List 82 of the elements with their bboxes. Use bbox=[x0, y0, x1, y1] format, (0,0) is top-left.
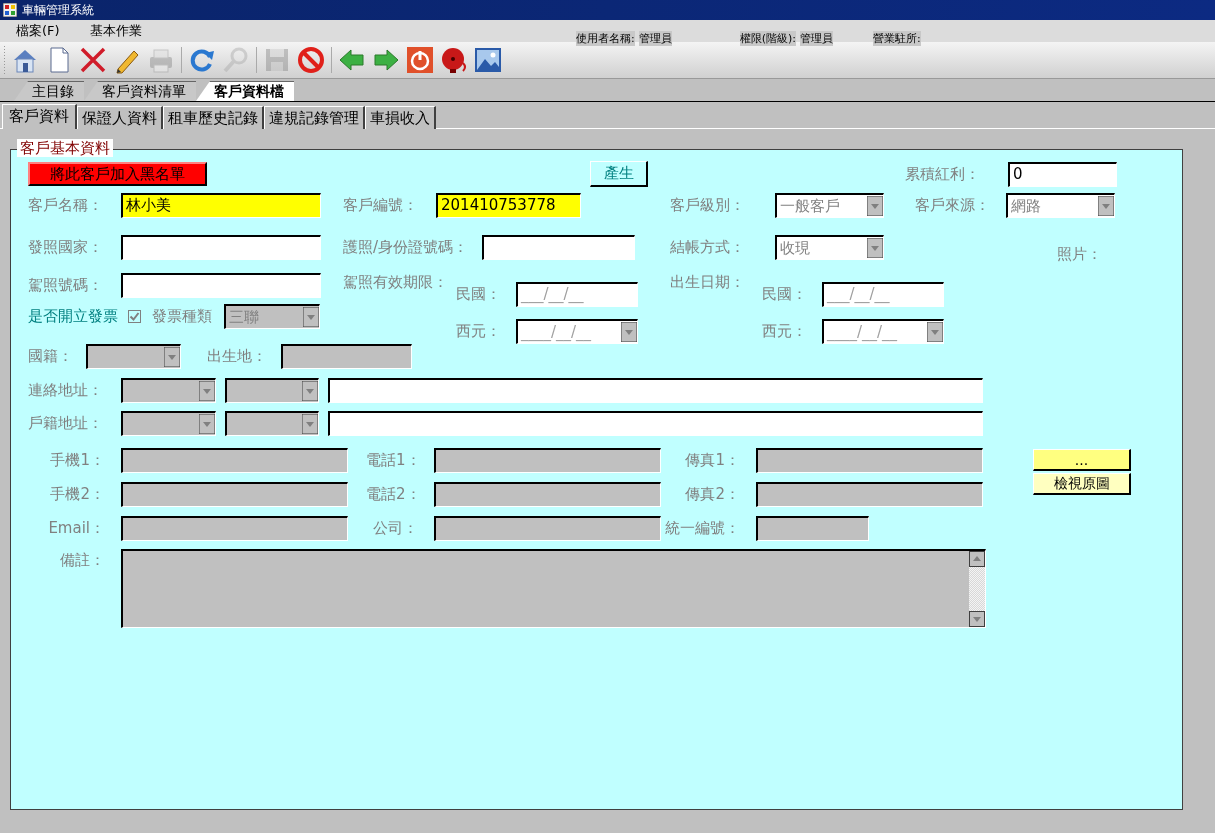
dropdown[interactable]: 收現 bbox=[775, 235, 884, 260]
menu-item[interactable]: 基本作業 bbox=[89, 22, 142, 40]
caret-icon bbox=[199, 413, 215, 434]
toolbar-grip bbox=[3, 46, 6, 74]
group-title: 客戶基本資料 bbox=[17, 139, 113, 157]
app-icon bbox=[3, 3, 17, 17]
field-label: 護照/身份證號碼： bbox=[343, 238, 470, 257]
text-field[interactable]: 林小美 bbox=[121, 193, 321, 218]
field-label: 客戶來源： bbox=[915, 196, 991, 215]
field-label: 手機1： bbox=[49, 450, 106, 470]
caret-icon bbox=[621, 322, 637, 342]
field-label: 西元： bbox=[762, 322, 808, 341]
tab[interactable]: 車損收入 bbox=[365, 106, 436, 129]
checkbox-label: 是否開立發票 bbox=[28, 307, 119, 326]
image-icon[interactable] bbox=[473, 45, 503, 75]
field-label: 結帳方式： bbox=[670, 238, 746, 257]
field-label: 手機2： bbox=[49, 484, 106, 504]
tab[interactable]: 客戶資料清單 bbox=[84, 81, 196, 101]
photo-label: 照片： bbox=[1057, 245, 1102, 264]
field-label: 民國： bbox=[456, 285, 502, 304]
tab[interactable]: 租車歷史記錄 bbox=[163, 106, 264, 129]
caret-icon bbox=[302, 413, 318, 434]
field-label: 備註： bbox=[59, 551, 106, 570]
generate-button[interactable]: 產生 bbox=[590, 161, 648, 187]
text-field[interactable] bbox=[482, 235, 635, 260]
browse-button[interactable]: ... bbox=[1033, 449, 1131, 471]
field-label: 客戶編號： bbox=[343, 196, 419, 215]
info-value: 管理員 bbox=[638, 31, 672, 46]
field-label: 發票種類 bbox=[152, 307, 213, 326]
field-label: 統一編號： bbox=[664, 518, 741, 538]
field-label: 戶籍地址： bbox=[28, 413, 104, 433]
caret-icon bbox=[302, 380, 318, 401]
field-label: 累積紅利： bbox=[905, 164, 981, 184]
info-label: 權限(階級): bbox=[739, 31, 796, 46]
field-label: 傳真1： bbox=[684, 450, 741, 470]
field-label: 傳真2： bbox=[684, 484, 741, 504]
tab[interactable]: 違規記錄管理 bbox=[264, 106, 365, 129]
field-label: 西元： bbox=[456, 322, 502, 341]
prohibited-icon[interactable] bbox=[296, 45, 326, 75]
text-field[interactable] bbox=[121, 273, 321, 298]
tab[interactable]: 主目錄 bbox=[14, 81, 84, 101]
dropdown[interactable]: 網路 bbox=[1006, 193, 1115, 218]
field-label: 電話2： bbox=[366, 484, 422, 504]
info-label: 使用者名稱: bbox=[576, 31, 635, 46]
caret-icon bbox=[199, 380, 215, 401]
power-icon[interactable] bbox=[405, 45, 435, 75]
text-field[interactable]: 0 bbox=[1008, 161, 1117, 187]
field-label: 出生日期： bbox=[670, 273, 746, 292]
window-title: 車輛管理系統 bbox=[22, 1, 94, 19]
caret-icon bbox=[1098, 196, 1114, 216]
field-label: 駕照號碼： bbox=[28, 276, 104, 295]
caret-icon bbox=[867, 196, 883, 216]
field-label: Email： bbox=[47, 518, 106, 538]
text-field[interactable] bbox=[328, 377, 983, 403]
field-label: 發照國家： bbox=[28, 238, 104, 257]
delete-icon[interactable] bbox=[78, 45, 108, 75]
field-label: 國籍： bbox=[28, 347, 74, 366]
field-label: 客戶級別： bbox=[670, 196, 746, 215]
tab[interactable]: 客戶資料檔 bbox=[196, 81, 294, 101]
info-value: 管理員 bbox=[800, 31, 833, 46]
text-field[interactable]: 201410753778 bbox=[436, 193, 581, 218]
tab[interactable]: 客戶資料 bbox=[2, 104, 77, 129]
menu-item[interactable]: 檔案(F) bbox=[16, 22, 60, 40]
caret-icon bbox=[303, 307, 319, 327]
field-label: 電話1： bbox=[366, 450, 422, 470]
field-label: 連絡地址： bbox=[28, 380, 104, 400]
field-label: 駕照有效期限： bbox=[343, 273, 449, 292]
bell-icon[interactable] bbox=[439, 45, 469, 75]
text-field[interactable] bbox=[121, 235, 321, 260]
view-image-button[interactable]: 檢視原圖 bbox=[1033, 473, 1131, 495]
caret-icon bbox=[164, 347, 180, 367]
text-field[interactable] bbox=[328, 410, 983, 436]
caret-icon bbox=[927, 322, 943, 342]
field-label: 公司： bbox=[372, 518, 419, 538]
tab[interactable]: 保證人資料 bbox=[77, 106, 163, 129]
field-label: 民國： bbox=[762, 285, 808, 304]
blacklist-button[interactable]: 將此客戶加入黑名單 bbox=[28, 162, 207, 186]
field-label: 出生地： bbox=[207, 347, 268, 366]
dropdown[interactable]: 一般客戶 bbox=[775, 193, 884, 218]
caret-icon bbox=[867, 238, 883, 258]
field-label: 客戶名稱： bbox=[28, 196, 104, 215]
info-label: 營業駐所: bbox=[873, 31, 921, 46]
